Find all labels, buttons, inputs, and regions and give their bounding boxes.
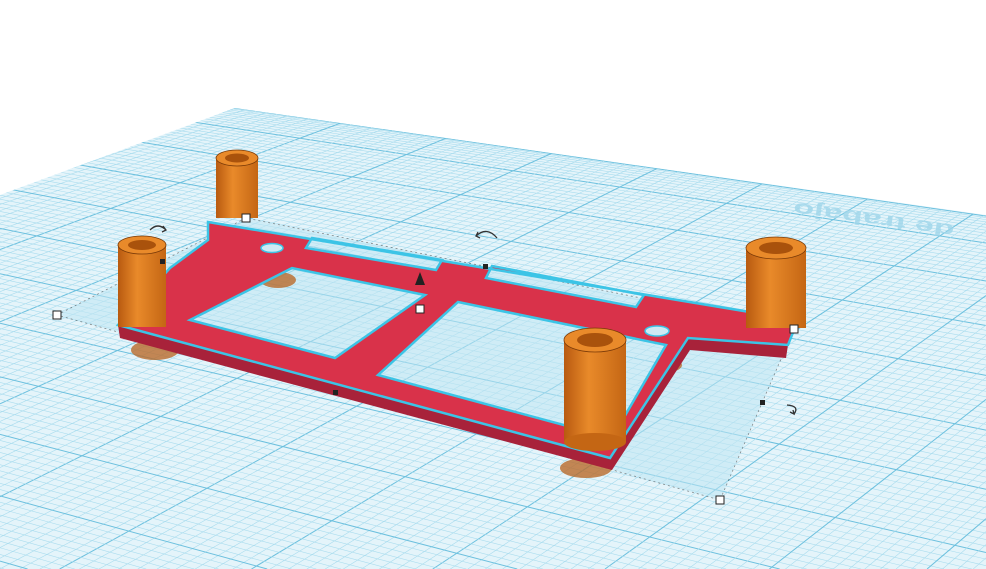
resize-handle[interactable] <box>52 310 62 320</box>
standoff-back-left[interactable] <box>215 149 259 218</box>
mounting-hole <box>644 325 670 337</box>
edge-handle[interactable] <box>483 264 488 269</box>
mounting-hole <box>260 242 284 254</box>
scene[interactable]: de trabajo <box>0 0 986 569</box>
edge-handle[interactable] <box>333 390 338 395</box>
3d-viewport[interactable]: de trabajo <box>0 0 986 569</box>
edge-handle[interactable] <box>760 400 765 405</box>
resize-handle[interactable] <box>715 495 725 505</box>
standoff-back-right[interactable] <box>745 236 807 328</box>
standoff-front-right[interactable] <box>563 327 627 451</box>
edge-handle[interactable] <box>160 259 165 264</box>
resize-handle[interactable] <box>789 324 799 334</box>
standoff-front-left[interactable] <box>117 235 167 327</box>
resize-handle[interactable] <box>241 213 251 223</box>
height-handle[interactable] <box>415 304 425 314</box>
